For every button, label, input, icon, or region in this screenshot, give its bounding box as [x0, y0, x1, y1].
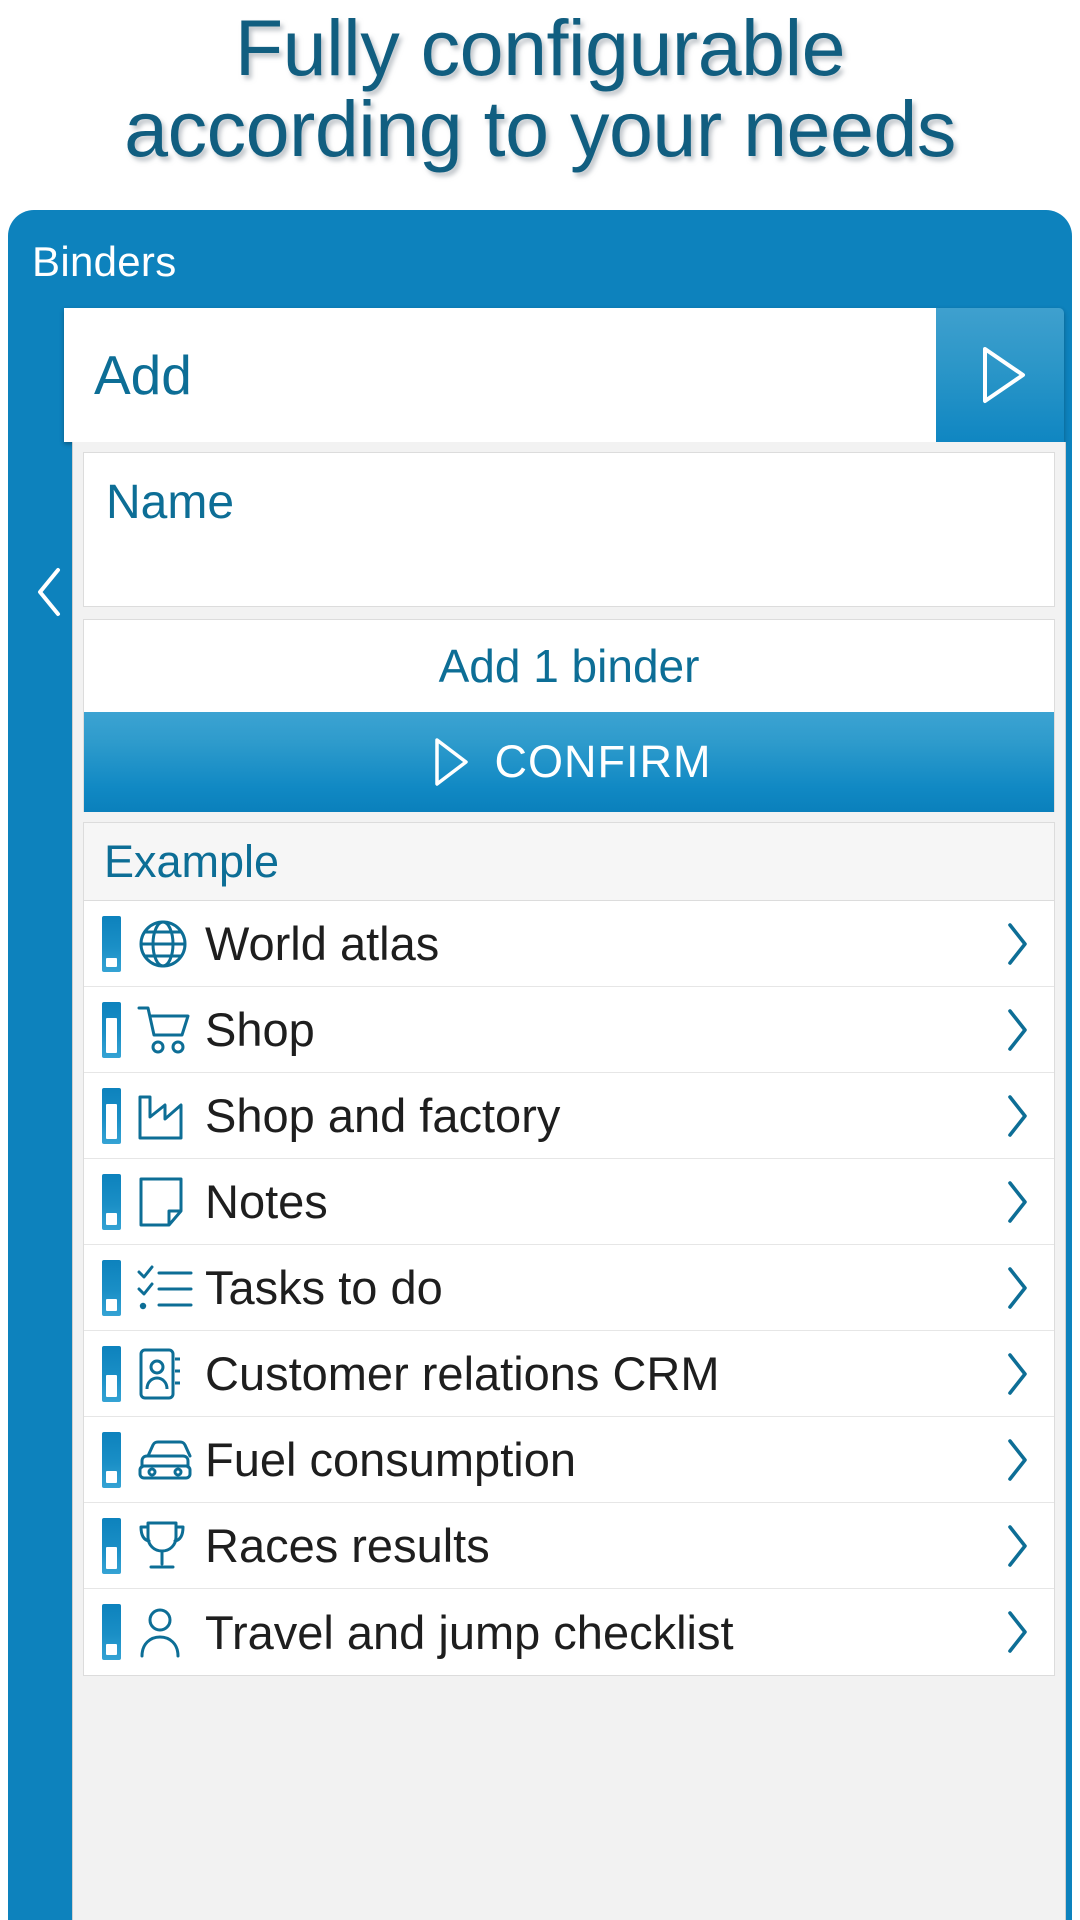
list-item[interactable]: Shop and factory [84, 1073, 1054, 1159]
chevron-right-icon[interactable] [994, 1350, 1040, 1398]
binder-level-marker [102, 915, 121, 972]
add-label: Add [94, 344, 192, 406]
binder-level-fill [106, 1017, 117, 1053]
panel-body: Name Add 1 binder CONFIRM Example World … [72, 442, 1066, 1920]
list-item[interactable]: Shop [84, 987, 1054, 1073]
name-label: Name [106, 476, 235, 529]
binder-list: World atlas Shop Shop and factory Notes Task… [84, 901, 1054, 1675]
example-section: Example World atlas Shop Shop and factory N… [83, 822, 1055, 1676]
list-item[interactable]: Fuel consumption [84, 1417, 1054, 1503]
list-item-label: Shop and factory [205, 1089, 561, 1142]
list-item[interactable]: Races results [84, 1503, 1054, 1589]
add-count-row[interactable]: Add 1 binder [84, 620, 1054, 712]
chevron-right-icon[interactable] [994, 920, 1040, 968]
page-headline: Fully configurable according to your nee… [124, 3, 956, 173]
list-item[interactable]: World atlas [84, 901, 1054, 987]
list-item-label: World atlas [205, 917, 440, 970]
list-item[interactable]: Tasks to do [84, 1245, 1054, 1331]
list-item[interactable]: Notes [84, 1159, 1054, 1245]
section-header-label: Example [104, 835, 280, 887]
binder-level-fill [106, 957, 117, 967]
chevron-right-icon[interactable] [994, 1264, 1040, 1312]
chevron-right-icon[interactable] [994, 1092, 1040, 1140]
confirm-button[interactable]: CONFIRM [84, 712, 1054, 812]
add-input[interactable]: Add [64, 308, 936, 442]
chevron-right-icon[interactable] [994, 1006, 1040, 1054]
app-panel: Binders Add Name Add 1 binder CONFIRM Ex… [8, 210, 1072, 1920]
checklist-icon [137, 1263, 199, 1313]
binder-level-marker [102, 1173, 121, 1230]
confirm-card: Add 1 binder CONFIRM [83, 619, 1055, 812]
binder-level-fill [106, 1471, 117, 1483]
list-item[interactable]: Customer relations CRM [84, 1331, 1054, 1417]
chevron-right-icon[interactable] [994, 1436, 1040, 1484]
add-bar: Add [64, 308, 1064, 442]
app-title: Binders [32, 238, 177, 285]
person-icon [137, 1606, 199, 1658]
binder-level-marker [102, 1517, 121, 1574]
list-item-label: Fuel consumption [205, 1433, 576, 1486]
chevron-right-icon[interactable] [994, 1522, 1040, 1570]
binder-level-marker [102, 1345, 121, 1402]
list-item-label: Tasks to do [205, 1261, 443, 1314]
binder-level-marker [102, 1604, 121, 1660]
list-item[interactable]: Travel and jump checklist [84, 1589, 1054, 1675]
add-count-label: Add 1 binder [438, 640, 700, 692]
binder-level-fill [106, 1213, 117, 1225]
car-icon [137, 1437, 199, 1483]
name-input[interactable]: Name [83, 452, 1055, 607]
contact-book-icon [137, 1347, 199, 1401]
chevron-right-icon[interactable] [994, 1178, 1040, 1226]
binder-level-marker [102, 1087, 121, 1144]
back-chevron-icon[interactable] [24, 562, 74, 622]
confirm-label: CONFIRM [494, 736, 712, 787]
globe-icon [137, 918, 199, 970]
trophy-icon [137, 1519, 199, 1573]
binder-level-fill [106, 1103, 117, 1139]
binder-level-marker [102, 1001, 121, 1058]
binder-level-fill [106, 1299, 117, 1311]
section-header: Example [84, 823, 1054, 901]
play-triangle-icon [434, 738, 468, 786]
list-item-label: Customer relations CRM [205, 1347, 720, 1400]
factory-icon [137, 1091, 199, 1141]
binder-level-fill [106, 1643, 117, 1655]
list-item-label: Shop [205, 1003, 315, 1056]
binder-level-fill [106, 1547, 117, 1569]
binder-level-marker [102, 1259, 121, 1316]
note-page-icon [137, 1175, 199, 1229]
binder-level-fill [106, 1375, 117, 1397]
chevron-right-icon[interactable] [994, 1608, 1040, 1656]
list-item-label: Races results [205, 1519, 490, 1572]
shopping-cart-icon [137, 1004, 199, 1056]
list-item-label: Notes [205, 1175, 328, 1228]
add-go-button[interactable] [936, 308, 1064, 442]
binder-level-marker [102, 1431, 121, 1488]
play-triangle-icon [983, 347, 1025, 403]
list-item-label: Travel and jump checklist [205, 1605, 734, 1659]
